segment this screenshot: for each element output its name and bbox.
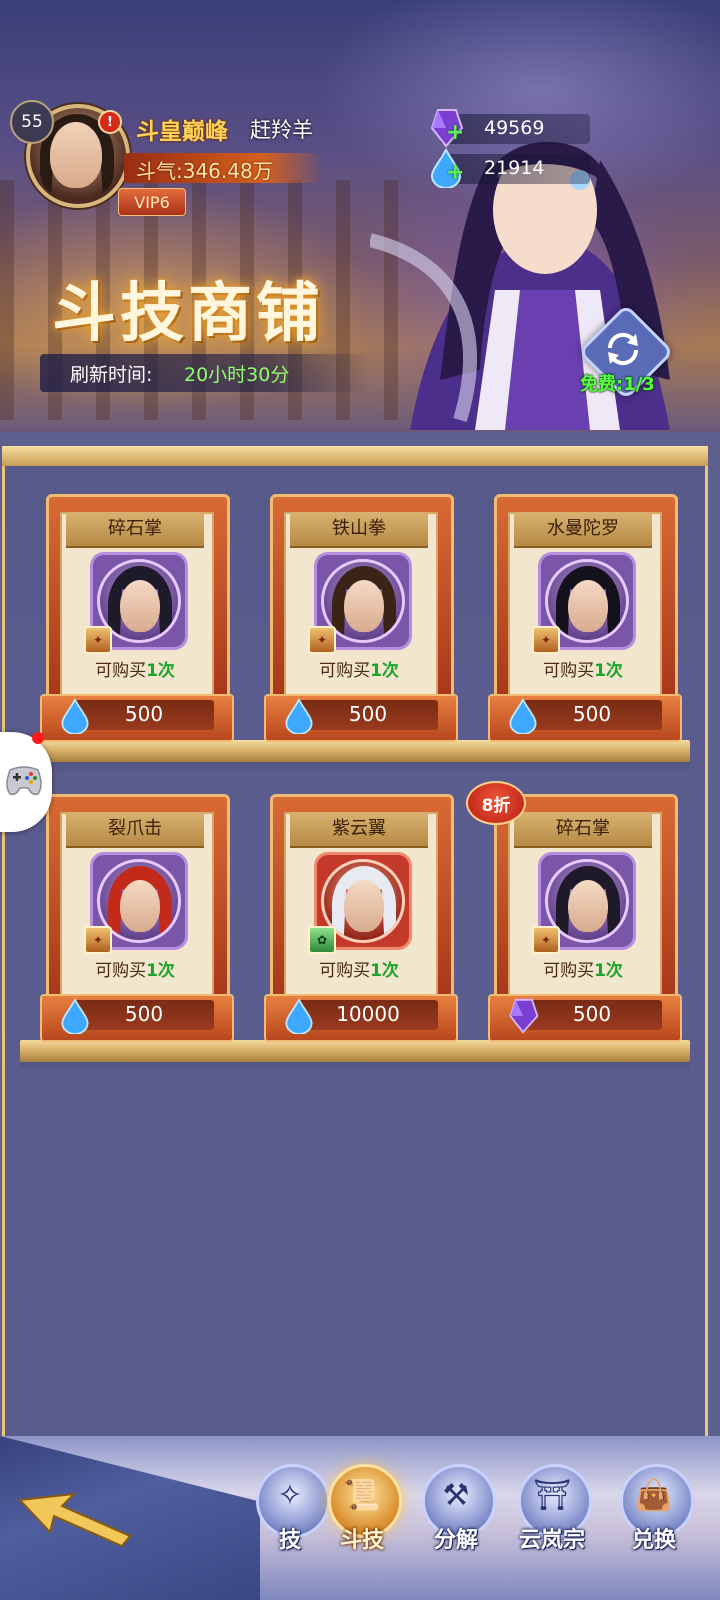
skill-type-icon: ✦ — [84, 626, 112, 654]
alert-badge: ! — [98, 110, 122, 134]
shop-item-card[interactable]: 碎石掌 ✦ 可购买1次 500 — [488, 794, 682, 1044]
add-droplet-icon[interactable]: + — [446, 160, 464, 185]
vip-badge[interactable]: VIP6 — [118, 188, 186, 216]
item-price: 10000 — [336, 1002, 400, 1026]
purchase-limit: 可购买1次 — [264, 656, 454, 681]
free-refresh-count: 免费:1/3 — [580, 374, 655, 395]
item-price: 500 — [124, 702, 164, 726]
avatar-face — [50, 122, 102, 188]
limit-prefix: 可购买 — [319, 661, 371, 681]
purchase-limit: 可购买1次 — [40, 656, 230, 681]
currency-crystal: + 49569 — [430, 109, 590, 148]
shop-item-card[interactable]: 水曼陀罗 ✦ 可购买1次 500 — [488, 494, 682, 744]
item-name: 碎石掌 — [108, 518, 162, 539]
skill-icon: ✧ — [277, 1478, 303, 1513]
item-name: 裂爪击 — [108, 818, 162, 839]
portrait-face — [120, 880, 160, 932]
droplet-amount: 21914 — [484, 157, 545, 179]
purchase-limit: 可购买1次 — [488, 956, 678, 981]
purchase-limit: 可购买1次 — [264, 956, 454, 981]
limit-count: 1次 — [594, 661, 623, 681]
player-title: 斗皇巅峰 — [136, 119, 228, 145]
notification-dot — [32, 732, 44, 744]
shop-banner: 55 ! 斗皇巅峰 赶羚羊 斗气:346.48万 VIP6 + 49569 + … — [0, 0, 720, 432]
portrait-face — [568, 580, 608, 632]
tab-label: 云岚宗 — [518, 1527, 585, 1553]
skill-type-icon: ✿ — [308, 926, 336, 954]
back-arrow-icon[interactable] — [14, 1484, 134, 1554]
item-name: 铁山拳 — [332, 518, 386, 539]
purchase-limit: 可购买1次 — [40, 956, 230, 981]
skill-type-icon: ✦ — [532, 926, 560, 954]
scroll-icon: 📜 — [343, 1478, 381, 1513]
skill-type-icon: ✦ — [84, 926, 112, 954]
limit-count: 1次 — [370, 961, 399, 981]
limit-count: 1次 — [146, 661, 175, 681]
limit-prefix: 可购买 — [543, 961, 595, 981]
player-name: 赶羚羊 — [250, 118, 313, 142]
exchange-bag-icon: 👜 — [635, 1478, 673, 1513]
limit-prefix: 可购买 — [543, 661, 595, 681]
tab-label: 兑换 — [631, 1527, 676, 1553]
portrait-face — [344, 880, 384, 932]
tab-skill[interactable]: ✧ 技 — [250, 1464, 330, 1564]
shop-item-card[interactable]: 碎石掌 ✦ 可购买1次 500 — [40, 494, 234, 744]
tab-decompose[interactable]: ⚒ 分解 — [416, 1464, 496, 1564]
shop-item-card[interactable]: 裂爪击 ✦ 可购买1次 500 — [40, 794, 234, 1044]
limit-prefix: 可购买 — [95, 961, 147, 981]
crystal-amount: 49569 — [484, 117, 545, 139]
refresh-icon[interactable] — [600, 326, 646, 372]
portrait-face — [344, 580, 384, 632]
tab-douji[interactable]: 📜 斗技 — [322, 1464, 402, 1564]
limit-prefix: 可购买 — [319, 961, 371, 981]
decompose-icon: ⚒ — [442, 1478, 470, 1513]
item-price: 500 — [572, 1002, 612, 1026]
item-price: 500 — [124, 1002, 164, 1026]
discount-badge: 8折 — [466, 781, 526, 825]
limit-prefix: 可购买 — [95, 661, 147, 681]
item-name: 紫云翼 — [332, 818, 386, 839]
add-crystal-icon[interactable]: + — [446, 120, 464, 145]
tab-sect[interactable]: ⛩ 云岚宗 — [512, 1464, 592, 1564]
limit-count: 1次 — [370, 661, 399, 681]
power-value: 斗气:346.48万 — [136, 159, 273, 183]
shop-item-card[interactable]: 铁山拳 ✦ 可购买1次 500 — [264, 494, 458, 744]
item-price: 500 — [348, 702, 388, 726]
tab-label: 技 — [278, 1527, 301, 1553]
gamepad-icon — [6, 766, 42, 796]
item-price: 500 — [572, 702, 612, 726]
sect-icon: ⛩ — [532, 1478, 572, 1513]
purchase-limit: 可购买1次 — [488, 656, 678, 681]
skill-type-icon: ✦ — [532, 626, 560, 654]
skill-type-icon: ✦ — [308, 626, 336, 654]
tab-label: 分解 — [433, 1527, 478, 1553]
limit-count: 1次 — [594, 961, 623, 981]
tab-label: 斗技 — [339, 1527, 384, 1553]
currency-droplet: + 21914 — [430, 148, 590, 188]
shop-title: 斗技商铺 — [52, 276, 324, 351]
portrait-face — [120, 580, 160, 632]
item-name: 水曼陀罗 — [547, 518, 619, 539]
shop-top-rail — [2, 446, 708, 466]
shop-item-card[interactable]: 紫云翼 ✿ 可购买1次 10000 — [264, 794, 458, 1044]
refresh-time: 20小时30分 — [184, 364, 290, 386]
tab-exchange[interactable]: 👜 兑换 — [614, 1464, 694, 1564]
refresh-label: 刷新时间: — [70, 364, 153, 386]
player-level-badge: 55 — [10, 100, 54, 144]
portrait-face — [568, 880, 608, 932]
limit-count: 1次 — [146, 961, 175, 981]
